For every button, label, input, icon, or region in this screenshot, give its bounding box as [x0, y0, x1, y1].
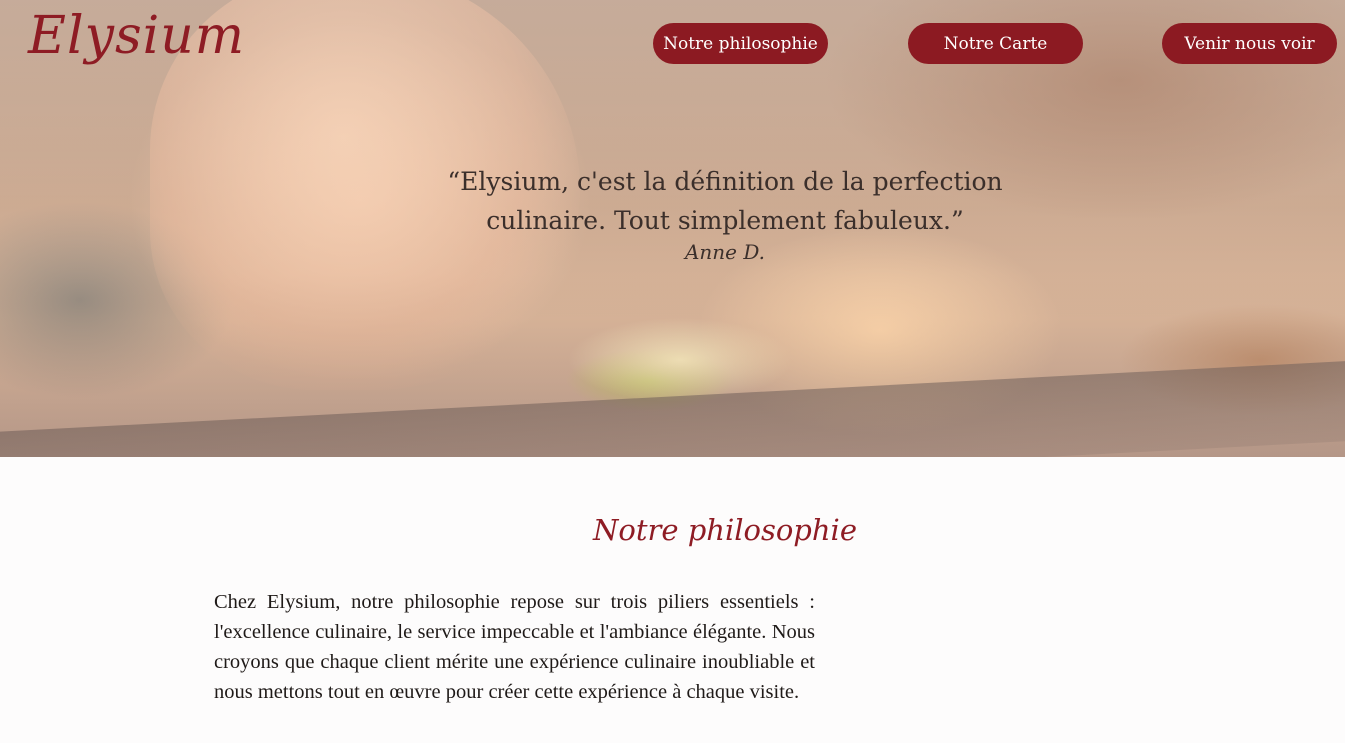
philosophy-text: Chez Elysium, notre philosophie repose s…	[214, 591, 815, 703]
site-logo[interactable]: Elysium	[28, 6, 245, 66]
philosophy-title: Notre philosophie	[592, 513, 857, 547]
nav-button-venir[interactable]: Venir nous voir	[1162, 23, 1337, 64]
hero-quote-author: Anne D.	[684, 240, 766, 264]
nav-button-carte[interactable]: Notre Carte	[908, 23, 1083, 64]
nav-button-philosophie[interactable]: Notre philosophie	[653, 23, 828, 64]
hero-quote: “Elysium, c'est la définition de la perf…	[447, 167, 1003, 235]
